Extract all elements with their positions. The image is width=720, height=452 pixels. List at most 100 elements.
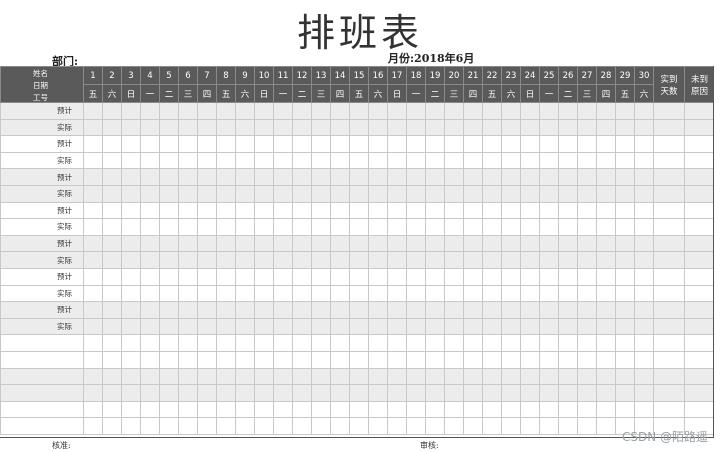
schedule-cell[interactable] xyxy=(235,118,255,137)
schedule-cell[interactable] xyxy=(235,417,255,435)
schedule-cell[interactable] xyxy=(425,201,445,220)
schedule-cell[interactable] xyxy=(539,317,559,336)
schedule-cell[interactable] xyxy=(349,417,369,435)
schedule-cell[interactable] xyxy=(634,218,654,236)
schedule-cell[interactable] xyxy=(387,135,407,153)
schedule-cell[interactable] xyxy=(634,184,654,203)
schedule-cell[interactable] xyxy=(178,135,198,153)
schedule-cell[interactable] xyxy=(444,168,464,186)
schedule-cell[interactable] xyxy=(83,218,103,236)
schedule-cell[interactable] xyxy=(330,251,350,269)
schedule-cell[interactable] xyxy=(634,334,654,352)
schedule-cell[interactable] xyxy=(349,384,369,402)
schedule-cell[interactable] xyxy=(387,367,407,386)
schedule-cell[interactable] xyxy=(615,218,635,236)
schedule-cell[interactable] xyxy=(406,400,426,419)
schedule-cell[interactable] xyxy=(178,334,198,352)
schedule-cell[interactable] xyxy=(501,417,521,435)
schedule-cell[interactable] xyxy=(349,317,369,336)
schedule-cell[interactable] xyxy=(273,400,293,419)
schedule-cell[interactable] xyxy=(330,102,350,120)
schedule-cell[interactable] xyxy=(102,234,122,253)
schedule-cell[interactable] xyxy=(482,417,502,435)
schedule-cell[interactable] xyxy=(197,284,217,303)
schedule-cell[interactable] xyxy=(444,317,464,336)
schedule-cell[interactable] xyxy=(235,350,255,369)
schedule-cell[interactable] xyxy=(216,234,236,253)
schedule-cell[interactable] xyxy=(235,218,255,236)
schedule-cell[interactable] xyxy=(425,367,445,386)
schedule-cell[interactable] xyxy=(520,218,540,236)
schedule-cell[interactable] xyxy=(349,201,369,220)
schedule-cell[interactable] xyxy=(292,384,312,402)
schedule-cell[interactable] xyxy=(349,400,369,419)
schedule-cell[interactable] xyxy=(596,102,616,120)
schedule-cell[interactable] xyxy=(406,317,426,336)
schedule-cell[interactable] xyxy=(159,301,179,319)
schedule-cell[interactable] xyxy=(387,218,407,236)
schedule-cell[interactable] xyxy=(615,251,635,269)
schedule-cell[interactable] xyxy=(159,334,179,352)
row-label-cell[interactable]: 预计 xyxy=(0,135,84,153)
schedule-cell[interactable] xyxy=(387,267,407,286)
schedule-cell[interactable] xyxy=(482,284,502,303)
schedule-cell[interactable] xyxy=(425,417,445,435)
schedule-cell[interactable] xyxy=(197,102,217,120)
schedule-cell[interactable] xyxy=(577,151,597,170)
schedule-cell[interactable] xyxy=(634,284,654,303)
schedule-cell[interactable] xyxy=(159,317,179,336)
schedule-cell[interactable] xyxy=(311,184,331,203)
schedule-cell[interactable] xyxy=(197,417,217,435)
schedule-cell[interactable] xyxy=(102,317,122,336)
schedule-cell[interactable] xyxy=(178,267,198,286)
schedule-cell[interactable] xyxy=(539,251,559,269)
schedule-cell[interactable] xyxy=(216,400,236,419)
schedule-cell[interactable] xyxy=(615,102,635,120)
schedule-cell[interactable] xyxy=(444,201,464,220)
schedule-cell[interactable] xyxy=(501,400,521,419)
schedule-cell[interactable] xyxy=(121,118,141,137)
schedule-cell[interactable] xyxy=(311,118,331,137)
schedule-cell[interactable] xyxy=(83,168,103,186)
schedule-cell[interactable] xyxy=(387,284,407,303)
schedule-cell[interactable] xyxy=(653,168,685,186)
schedule-cell[interactable] xyxy=(387,201,407,220)
schedule-cell[interactable] xyxy=(577,168,597,186)
schedule-cell[interactable] xyxy=(197,151,217,170)
schedule-cell[interactable] xyxy=(349,334,369,352)
schedule-cell[interactable] xyxy=(311,367,331,386)
schedule-cell[interactable] xyxy=(83,400,103,419)
schedule-cell[interactable] xyxy=(159,201,179,220)
schedule-cell[interactable] xyxy=(501,350,521,369)
schedule-cell[interactable] xyxy=(425,384,445,402)
schedule-cell[interactable] xyxy=(520,234,540,253)
schedule-cell[interactable] xyxy=(463,400,483,419)
schedule-cell[interactable] xyxy=(83,334,103,352)
schedule-cell[interactable] xyxy=(235,267,255,286)
schedule-cell[interactable] xyxy=(273,135,293,153)
row-label-cell[interactable] xyxy=(0,350,84,369)
schedule-cell[interactable] xyxy=(463,234,483,253)
schedule-cell[interactable] xyxy=(539,367,559,386)
schedule-cell[interactable] xyxy=(463,350,483,369)
schedule-cell[interactable] xyxy=(406,168,426,186)
schedule-cell[interactable] xyxy=(425,317,445,336)
schedule-cell[interactable] xyxy=(178,168,198,186)
schedule-cell[interactable] xyxy=(520,384,540,402)
schedule-cell[interactable] xyxy=(254,267,274,286)
schedule-cell[interactable] xyxy=(684,350,713,369)
schedule-cell[interactable] xyxy=(178,102,198,120)
schedule-cell[interactable] xyxy=(444,417,464,435)
schedule-cell[interactable] xyxy=(216,151,236,170)
schedule-cell[interactable] xyxy=(235,334,255,352)
schedule-cell[interactable] xyxy=(444,251,464,269)
schedule-cell[interactable] xyxy=(368,350,388,369)
schedule-cell[interactable] xyxy=(463,218,483,236)
schedule-cell[interactable] xyxy=(684,118,713,137)
schedule-cell[interactable] xyxy=(368,317,388,336)
schedule-cell[interactable] xyxy=(83,317,103,336)
schedule-cell[interactable] xyxy=(140,350,160,369)
schedule-cell[interactable] xyxy=(159,417,179,435)
schedule-cell[interactable] xyxy=(273,102,293,120)
schedule-cell[interactable] xyxy=(178,184,198,203)
